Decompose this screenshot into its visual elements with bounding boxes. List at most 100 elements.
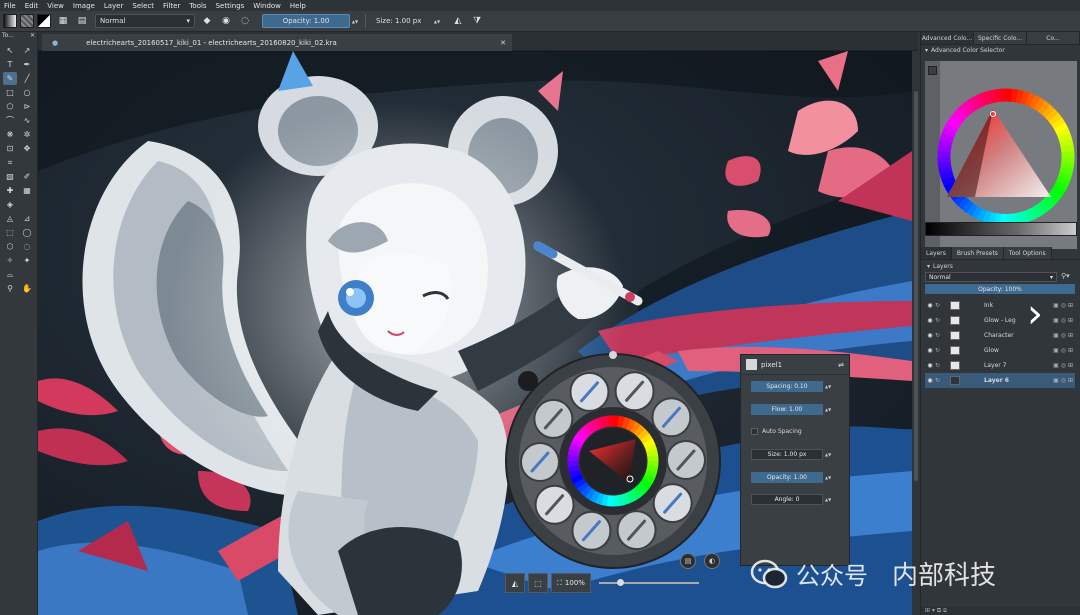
angle-spinner[interactable]: ▲▼ xyxy=(825,494,831,505)
size-slider[interactable]: Size: 1.00 px xyxy=(751,449,823,460)
pan-move-icon[interactable]: ✥ xyxy=(20,142,34,155)
rotate-canvas-icon[interactable]: ⬚ xyxy=(528,573,548,593)
menu-tools[interactable]: Tools xyxy=(189,2,206,10)
layer-row[interactable]: ◉ ↻ Character ▣◎⊞ xyxy=(925,328,1075,343)
layer-flags-icons[interactable]: ▣◎⊞ xyxy=(1053,347,1075,354)
freehand-brush-icon[interactable]: ✎ xyxy=(3,72,17,85)
scrollbar-thumb[interactable] xyxy=(914,91,918,481)
text-tool-icon[interactable]: T xyxy=(3,58,17,71)
layer-flags-icons[interactable]: ▣◎⊞ xyxy=(1053,362,1075,369)
line-tool-icon[interactable]: ╱ xyxy=(20,72,34,85)
angle-slider[interactable]: Angle: 0 xyxy=(751,494,823,505)
pan-tool-icon[interactable]: ✋ xyxy=(20,282,34,295)
layer-row[interactable]: ◉ ↻ Glow - Leg ▣◎⊞ xyxy=(925,313,1075,328)
tab-layers[interactable]: Layers xyxy=(921,247,952,259)
multibrush-icon[interactable]: ✲ xyxy=(20,128,34,141)
measure-tool-icon[interactable]: ⊿ xyxy=(20,212,34,225)
tab-specific-color[interactable]: Specific Colo... xyxy=(974,32,1027,44)
polygon-select-icon[interactable]: ⬡ xyxy=(3,240,17,253)
grid-icon[interactable]: ▤ xyxy=(75,14,89,28)
brush-preset-icon[interactable]: ▦ xyxy=(56,14,70,28)
layer-row[interactable]: ◉ ↻ Layer 7 ▣◎⊞ xyxy=(925,358,1075,373)
zoom-field[interactable]: ⛶ 100% xyxy=(551,573,591,593)
palette-settings-icon[interactable]: ◐ xyxy=(704,553,720,569)
menu-window[interactable]: Window xyxy=(253,2,281,10)
menu-view[interactable]: View xyxy=(47,2,64,10)
inherit-alpha-icon[interactable]: ↻ xyxy=(935,317,940,324)
calligraphy-tool-icon[interactable]: ✒ xyxy=(20,58,34,71)
lock-icon[interactable]: ◌ xyxy=(238,14,252,28)
polyline-tool-icon[interactable]: ⊳ xyxy=(20,100,34,113)
inherit-alpha-icon[interactable]: ↻ xyxy=(935,362,940,369)
smart-patch-icon[interactable]: ✚ xyxy=(3,184,17,197)
bezier-select-icon[interactable]: ⌓ xyxy=(3,268,17,281)
layer-blend-select[interactable]: Normal ▾ xyxy=(925,272,1057,282)
palette-color-wheel[interactable] xyxy=(504,351,724,571)
layer-row-selected[interactable]: ◉ ↻ Layer 6 ▣◎⊞ xyxy=(925,373,1075,388)
crop-tool-icon[interactable]: ⌗ xyxy=(3,156,17,169)
mirror-canvas-icon[interactable]: ◭ xyxy=(505,573,525,593)
flow-slider[interactable]: Flow: 1.00 xyxy=(751,404,823,415)
eye-icon[interactable]: ◉ xyxy=(925,362,935,369)
rect-select-icon[interactable]: ⬚ xyxy=(3,226,17,239)
opacity-slider[interactable]: Opacity: 1.00 xyxy=(751,472,823,483)
inherit-alpha-icon[interactable]: ↻ xyxy=(935,347,940,354)
color-swatch[interactable] xyxy=(37,14,51,28)
eye-icon[interactable]: ◉ xyxy=(925,377,935,384)
document-tab[interactable]: ● electrichearts_20160517_kiki_01 - elec… xyxy=(42,34,512,51)
preserve-alpha-icon[interactable]: ◉ xyxy=(219,14,233,28)
ellipse-tool-icon[interactable]: ○ xyxy=(20,86,34,99)
inherit-alpha-icon[interactable]: ↻ xyxy=(935,332,940,339)
eraser-icon[interactable]: ◆ xyxy=(200,14,214,28)
bezier-tool-icon[interactable]: ⌒ xyxy=(3,114,17,127)
contiguous-select-icon[interactable]: ✧ xyxy=(3,254,17,267)
inherit-alpha-icon[interactable]: ↻ xyxy=(935,302,940,309)
collapse-icon[interactable]: ▾ xyxy=(925,47,928,54)
close-icon[interactable]: ✕ xyxy=(30,32,35,42)
mirror-horizontal-icon[interactable]: ◭ xyxy=(451,14,465,28)
close-tab-icon[interactable]: ✕ xyxy=(500,39,506,47)
menu-help[interactable]: Help xyxy=(290,2,306,10)
vertical-scrollbar[interactable] xyxy=(912,51,920,615)
layer-flags-icons[interactable]: ▣◎⊞ xyxy=(1053,302,1075,309)
tab-color-other[interactable]: Co... xyxy=(1027,32,1080,44)
add-layer-icon[interactable]: ⊞ ▾ ⧉ ⧈ xyxy=(925,607,947,614)
blend-mode-select[interactable]: Normal ▾ xyxy=(95,14,195,28)
filter-icon[interactable]: ⚲▾ xyxy=(1061,272,1070,280)
tab-tool-options[interactable]: Tool Options xyxy=(1003,247,1052,259)
eye-icon[interactable]: ◉ xyxy=(925,347,935,354)
pattern-selector[interactable] xyxy=(20,14,34,28)
tab-advanced-color[interactable]: Advanced Colo... xyxy=(921,32,974,44)
freehand-path-icon[interactable]: ∿ xyxy=(20,114,34,127)
opacity-spinner[interactable]: ▲▼ xyxy=(351,14,359,28)
collapse-icon[interactable]: ▾ xyxy=(927,263,930,270)
freehand-select-icon[interactable]: ◌ xyxy=(20,240,34,253)
menu-settings[interactable]: Settings xyxy=(216,2,245,10)
assistant-tool-icon[interactable]: ◬ xyxy=(3,212,17,225)
value-gradient-bar[interactable] xyxy=(925,222,1077,236)
size-spinner[interactable]: ▲▼ xyxy=(825,449,831,460)
size-spinner[interactable]: ▲▼ xyxy=(433,14,441,28)
inherit-alpha-icon[interactable]: ↻ xyxy=(935,377,940,384)
zoom-tool-icon[interactable]: ⚲ xyxy=(3,282,17,295)
layer-row[interactable]: ◉ ↻ Ink ▣◎⊞ xyxy=(925,298,1075,313)
layer-flags-icons[interactable]: ▣◎⊞ xyxy=(1053,377,1075,384)
transform-tool-icon[interactable]: ↗ xyxy=(20,44,34,57)
layer-flags-icons[interactable]: ▣◎⊞ xyxy=(1053,332,1075,339)
menu-select[interactable]: Select xyxy=(132,2,154,10)
opacity-slider[interactable]: Opacity: 1.00 xyxy=(262,14,350,28)
auto-spacing-checkbox[interactable]: Auto Spacing xyxy=(751,428,802,435)
gradient-tool-icon[interactable]: ▧ xyxy=(3,170,17,183)
zoom-slider-handle[interactable] xyxy=(616,579,624,586)
pattern-tool-icon[interactable]: ▦ xyxy=(20,184,34,197)
spacing-spinner[interactable]: ▲▼ xyxy=(825,381,831,392)
gradient-selector[interactable] xyxy=(3,14,17,28)
similar-select-icon[interactable]: ✦ xyxy=(20,254,34,267)
move-tool-icon[interactable]: ⊡ xyxy=(3,142,17,155)
polygon-tool-icon[interactable]: ⬠ xyxy=(3,100,17,113)
dynamic-brush-icon[interactable]: ❋ xyxy=(3,128,17,141)
layer-row[interactable]: ◉ ↻ Glow ▣◎⊞ xyxy=(925,343,1075,358)
spacing-slider[interactable]: Spacing: 0.10 xyxy=(751,381,823,392)
color-picker-icon[interactable]: ✐ xyxy=(20,170,34,183)
opacity-spinner[interactable]: ▲▼ xyxy=(825,472,831,483)
